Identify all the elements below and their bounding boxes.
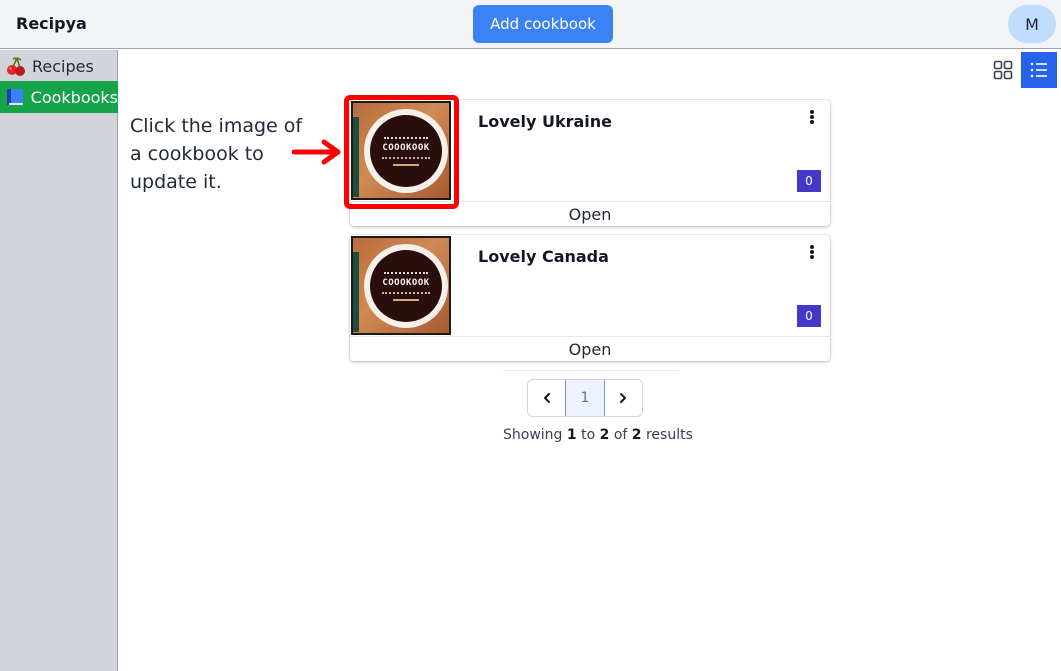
cookbook-cover-image[interactable]: COOOKOOK — [351, 236, 451, 335]
cover-dots — [384, 271, 428, 274]
page-1-button[interactable]: 1 — [565, 380, 605, 416]
annotation-text: Click the image of a cookbook to update … — [130, 115, 303, 193]
blue-book-icon — [4, 85, 27, 109]
cover-bar — [393, 298, 419, 301]
cookbook-card: COOOKOOK Lovely Canada 0 Open — [350, 235, 830, 361]
chevron-right-icon — [620, 393, 627, 403]
grid-view-toggle[interactable] — [985, 52, 1021, 88]
cover-plate-inner: COOOKOOK — [370, 250, 442, 322]
results-of-word: of — [613, 427, 628, 443]
more-options-icon[interactable] — [806, 243, 818, 261]
top-bar: Recipya Add cookbook M — [0, 0, 1061, 49]
cover-title: COOOKOOK — [382, 277, 430, 288]
cover-plate: COOOKOOK — [364, 244, 448, 328]
sidebar: Recipes Cookbooks — [0, 50, 118, 671]
cookbook-title: Lovely Canada — [478, 247, 609, 266]
open-cookbook-button[interactable]: Open — [350, 336, 830, 361]
more-options-icon[interactable] — [806, 108, 818, 126]
results-to-word: to — [581, 427, 596, 443]
brand-name[interactable]: Recipya — [16, 14, 87, 33]
previous-page-button[interactable] — [528, 380, 566, 416]
results-summary: Showing 1 to 2 of 2 results — [503, 427, 693, 443]
list-view-toggle[interactable] — [1021, 52, 1057, 88]
list-view-icon — [1030, 62, 1047, 78]
cover-line — [382, 291, 430, 294]
pagination-divider — [503, 370, 679, 371]
pagination: 1 — [527, 379, 643, 417]
cookbook-title: Lovely Ukraine — [478, 112, 612, 131]
cherries-icon — [4, 54, 28, 78]
cover-highlight-box — [344, 95, 459, 209]
sidebar-item-cookbooks[interactable]: Cookbooks — [0, 81, 118, 113]
sidebar-item-recipes[interactable]: Recipes — [0, 50, 118, 82]
cover-spine — [353, 252, 359, 332]
results-to: 2 — [599, 427, 610, 443]
add-cookbook-button[interactable]: Add cookbook — [473, 5, 613, 43]
recipe-count-badge: 0 — [797, 170, 821, 192]
sidebar-item-label: Recipes — [32, 56, 94, 76]
results-word: results — [645, 427, 693, 443]
recipe-count-badge: 0 — [797, 305, 821, 327]
avatar[interactable]: M — [1008, 5, 1056, 43]
next-page-button[interactable] — [604, 380, 642, 416]
sidebar-item-label: Cookbooks — [30, 87, 118, 107]
arrow-right-icon — [292, 139, 341, 165]
results-prefix: Showing — [503, 427, 563, 443]
chevron-left-icon — [543, 393, 550, 403]
results-from: 1 — [566, 427, 577, 443]
grid-view-icon — [993, 60, 1013, 80]
results-total: 2 — [631, 427, 642, 443]
